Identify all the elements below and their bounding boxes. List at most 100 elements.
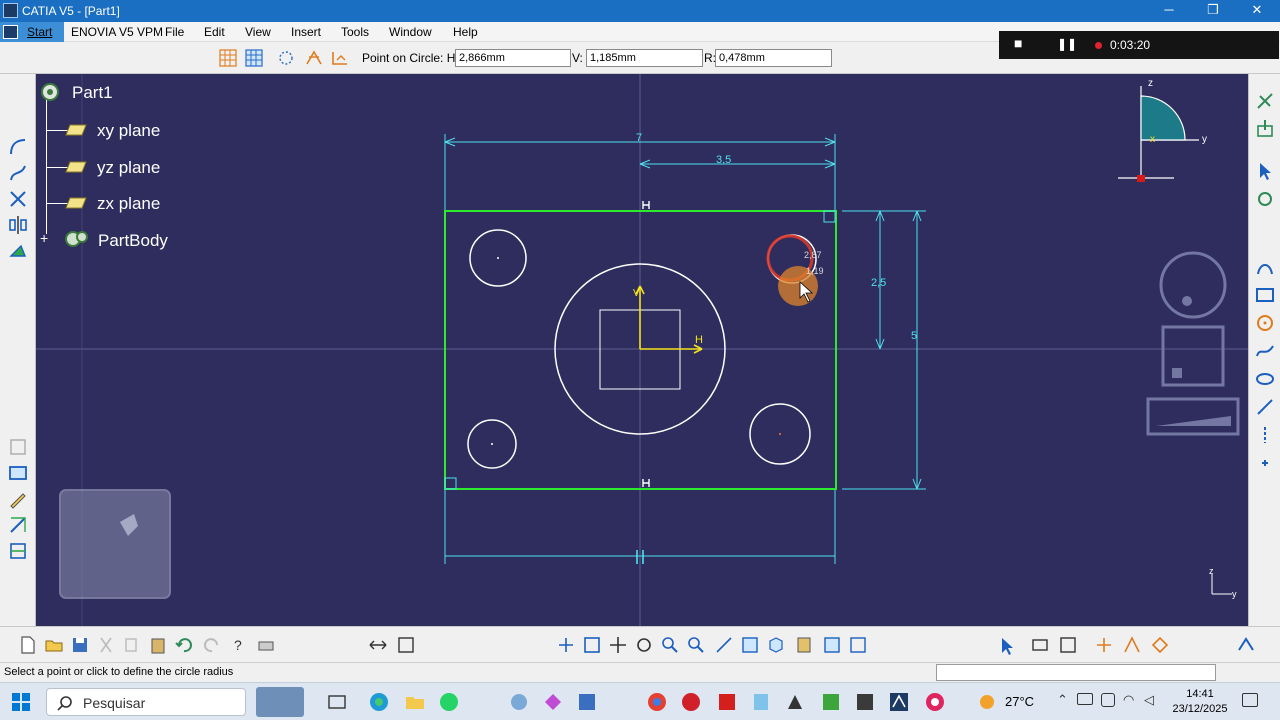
arc-icon[interactable]	[7, 136, 29, 158]
zoom-out-icon[interactable]	[686, 635, 706, 655]
plane-icon[interactable]	[64, 122, 88, 138]
help-icon[interactable]: ?	[230, 635, 250, 655]
exit-workbench-icon[interactable]	[1254, 118, 1276, 140]
command-input[interactable]	[936, 664, 1216, 681]
tree-item-xy-plane[interactable]: xy plane	[97, 121, 160, 141]
profile-rectangle-icon[interactable]	[7, 462, 29, 484]
taskbar-search[interactable]: Pesquisar	[46, 688, 246, 716]
pan-icon[interactable]	[608, 635, 628, 655]
app-icon-2[interactable]	[542, 691, 564, 713]
construction-element-icon[interactable]	[276, 48, 296, 68]
view-zoom-icon[interactable]	[1146, 397, 1240, 436]
dimension-total-height[interactable]: 5	[911, 330, 917, 342]
menu-tools[interactable]: Tools	[341, 25, 369, 39]
hide-icon[interactable]	[822, 635, 842, 655]
rectangle-icon[interactable]	[1254, 284, 1276, 306]
menu-help[interactable]: Help	[453, 25, 478, 39]
notifications-icon[interactable]	[1242, 693, 1258, 707]
animate-constraint-icon[interactable]	[1150, 635, 1170, 655]
dimension-half-height[interactable]: 2,5	[871, 277, 886, 289]
undo-icon[interactable]	[174, 635, 194, 655]
menu-enovia[interactable]: ENOVIA V5 VPM	[71, 25, 163, 39]
shading-icon[interactable]	[794, 635, 814, 655]
tray-app-icon[interactable]	[1101, 693, 1115, 707]
line-icon[interactable]	[1254, 396, 1276, 418]
axis-line-icon[interactable]	[1254, 424, 1276, 446]
task-view-icon[interactable]	[326, 691, 348, 713]
close-button[interactable]: ✕	[1236, 0, 1278, 22]
compass-icon[interactable]	[1118, 86, 1199, 182]
sketch-select-icon[interactable]	[996, 635, 1016, 655]
tree-item-yz-plane[interactable]: yz plane	[97, 158, 160, 178]
paste-icon[interactable]	[148, 635, 168, 655]
plane-icon[interactable]	[64, 195, 88, 211]
operation-icon[interactable]	[1030, 635, 1050, 655]
fly-icon[interactable]	[556, 635, 576, 655]
app-icon-1[interactable]	[508, 691, 530, 713]
menu-start[interactable]: Start	[0, 22, 64, 42]
zoom-fit-icon[interactable]	[582, 635, 602, 655]
spline-icon[interactable]	[7, 162, 29, 184]
open-folder-icon[interactable]	[44, 635, 64, 655]
constraints-icon[interactable]	[1058, 635, 1078, 655]
volume-icon[interactable]: ◁	[1144, 692, 1154, 708]
plane-icon[interactable]	[64, 159, 88, 175]
print-icon[interactable]	[256, 635, 276, 655]
sketch-icon[interactable]	[1254, 256, 1276, 278]
dimensional-constraints-icon[interactable]	[330, 48, 350, 68]
record-stop-button[interactable]: ■	[1014, 35, 1022, 51]
iso-view-icon[interactable]	[766, 635, 786, 655]
workbench-icon[interactable]	[1254, 90, 1276, 112]
new-file-icon[interactable]	[18, 635, 38, 655]
spline-icon[interactable]	[1254, 340, 1276, 362]
tree-root-part1[interactable]: Part1	[72, 83, 113, 103]
normal-view-icon[interactable]	[714, 635, 734, 655]
fit-all-icon[interactable]	[368, 635, 388, 655]
save-icon[interactable]	[70, 635, 90, 655]
h-value-field[interactable]	[455, 49, 571, 67]
dimension-total-width[interactable]: 7	[636, 132, 642, 144]
constraint-icon[interactable]	[7, 436, 29, 458]
ellipse-icon[interactable]	[1254, 368, 1276, 390]
app-icon-3[interactable]	[576, 691, 598, 713]
geometrical-constraints-icon[interactable]	[304, 48, 324, 68]
minecraft-icon[interactable]	[820, 691, 842, 713]
minimize-button[interactable]: ─	[1148, 0, 1190, 22]
windows-start-icon[interactable]	[12, 693, 30, 711]
point-icon[interactable]	[1254, 452, 1276, 474]
folder-icon[interactable]	[404, 691, 426, 713]
v-value-field[interactable]	[586, 49, 703, 67]
rotate-icon[interactable]	[634, 635, 654, 655]
tree-item-partbody[interactable]: PartBody	[98, 231, 168, 251]
pencil-icon[interactable]	[7, 488, 29, 510]
chrome-icon[interactable]	[646, 691, 668, 713]
redo-icon[interactable]	[202, 635, 222, 655]
view-rotate-icon[interactable]	[1159, 251, 1227, 319]
menu-file[interactable]: File	[165, 25, 184, 39]
snap-to-point-icon[interactable]	[244, 48, 264, 68]
edge-icon[interactable]	[368, 691, 390, 713]
part-icon[interactable]	[38, 80, 62, 104]
menu-view[interactable]: View	[245, 25, 271, 39]
copy-icon[interactable]	[122, 635, 142, 655]
hide-show-icon[interactable]	[396, 635, 416, 655]
project-3d-icon[interactable]	[7, 240, 29, 262]
select-icon[interactable]	[1254, 160, 1276, 182]
swap-visible-icon[interactable]	[848, 635, 868, 655]
mirror-icon[interactable]	[7, 214, 29, 236]
solidworks-icon[interactable]	[680, 691, 702, 713]
multi-view-icon[interactable]	[740, 635, 760, 655]
auto-constraint-icon[interactable]	[1122, 635, 1142, 655]
sketch-viewport[interactable]: 7 3,5 2,5 5 H V 2,87 1,19 z x y z y Part…	[36, 74, 1248, 626]
maximize-button[interactable]: ❐	[1192, 0, 1234, 22]
sketch-canvas[interactable]: 7 3,5 2,5 5 H V 2,87 1,19 z x y z y	[36, 74, 1248, 626]
tray-chevron-icon[interactable]: ⌃	[1057, 692, 1068, 708]
wifi-icon[interactable]: ◠	[1123, 692, 1134, 708]
axis-icon[interactable]	[7, 514, 29, 536]
recorder-icon[interactable]	[924, 691, 946, 713]
dimension-half-width[interactable]: 3,5	[716, 154, 731, 166]
acrobat-icon[interactable]	[716, 691, 738, 713]
notepad-icon[interactable]	[750, 691, 772, 713]
menu-edit[interactable]: Edit	[204, 25, 225, 39]
app-icon-5[interactable]	[854, 691, 876, 713]
